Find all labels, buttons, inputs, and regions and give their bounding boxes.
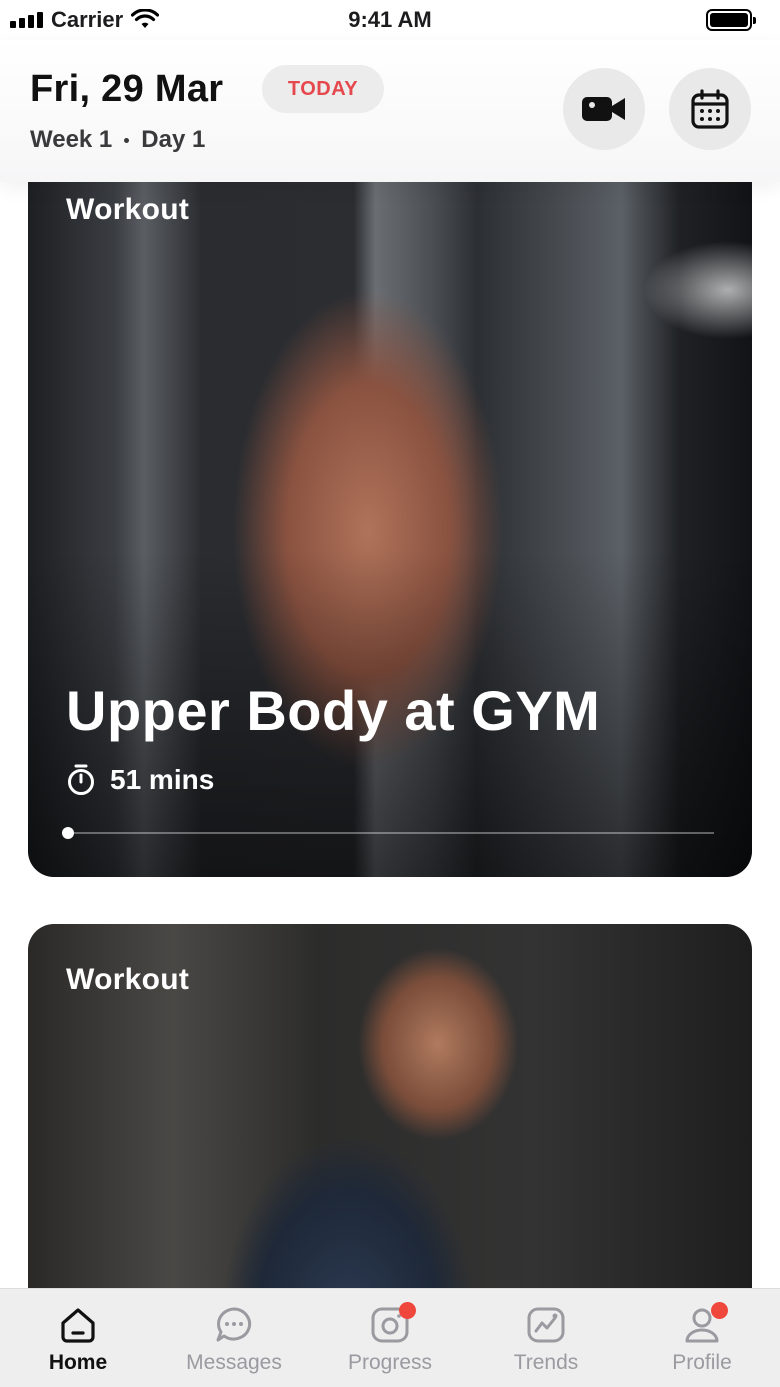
tab-trends[interactable]: Trends — [468, 1289, 624, 1387]
tab-progress[interactable]: Progress — [312, 1289, 468, 1387]
separator-dot — [124, 137, 130, 143]
tab-profile[interactable]: Profile — [624, 1289, 780, 1387]
card-category-label: Workout — [66, 963, 190, 996]
camera-progress-icon — [370, 1302, 416, 1345]
date-title: Fri, 29 Mar — [30, 68, 224, 110]
status-bar: Carrier 9:41 AM — [0, 0, 780, 40]
trend-chart-icon — [526, 1305, 566, 1345]
battery-icon — [706, 9, 756, 31]
tab-label: Profile — [672, 1351, 732, 1374]
notification-badge — [711, 1302, 728, 1319]
calendar-icon — [691, 89, 729, 129]
week-day-row: Week 1 Day 1 — [30, 126, 205, 154]
workout-duration: 51 mins — [66, 764, 214, 796]
today-badge[interactable]: TODAY — [262, 65, 384, 113]
workout-title: Upper Body at GYM — [66, 679, 601, 742]
duration-text: 51 mins — [110, 764, 215, 795]
home-icon — [58, 1305, 98, 1345]
notification-badge — [399, 1302, 416, 1319]
status-left: Carrier — [10, 7, 160, 33]
wifi-icon — [131, 9, 160, 28]
workout-card-second[interactable]: Workout — [28, 924, 752, 1344]
chat-bubble-icon — [214, 1305, 254, 1345]
stopwatch-icon — [68, 764, 94, 795]
workout-progress-bar[interactable] — [62, 827, 714, 839]
card-category-label: Workout — [66, 193, 190, 226]
calendar-button[interactable] — [669, 68, 751, 150]
tab-label: Messages — [186, 1351, 282, 1374]
header: Fri, 29 Mar TODAY Week 1 Day 1 — [0, 40, 780, 182]
tab-messages[interactable]: Messages — [156, 1289, 312, 1387]
video-camera-icon — [582, 97, 625, 121]
day-label: Day 1 — [141, 126, 206, 153]
tab-home[interactable]: Home — [0, 1289, 156, 1387]
workout-card-upper-body[interactable]: Workout Upper Body at GYM 51 mins — [28, 150, 752, 877]
user-icon — [682, 1302, 728, 1345]
carrier-name: Carrier — [51, 7, 124, 32]
tab-bar: Home Messages Progress Trends Profile — [0, 1288, 780, 1387]
tab-label: Progress — [347, 1351, 433, 1374]
tab-label: Trends — [513, 1351, 579, 1374]
tab-label: Home — [48, 1351, 108, 1374]
cellular-signal-icon — [10, 12, 43, 28]
video-button[interactable] — [563, 68, 645, 150]
progress-knob[interactable] — [62, 827, 74, 839]
week-label: Week 1 — [30, 126, 113, 153]
